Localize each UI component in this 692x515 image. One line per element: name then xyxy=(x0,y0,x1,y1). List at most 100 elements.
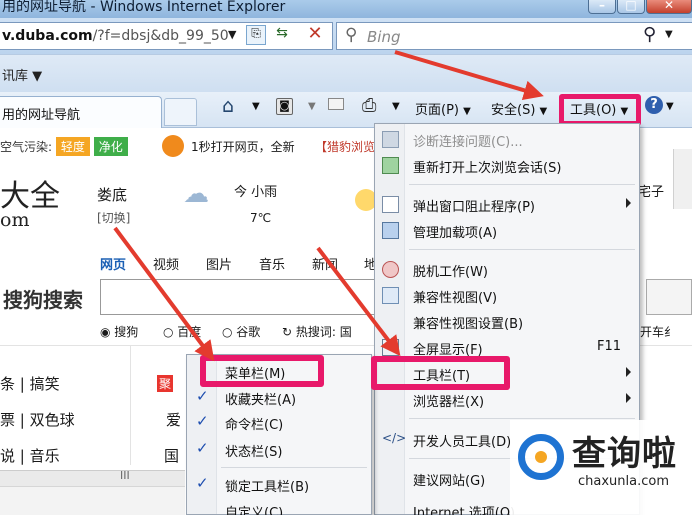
promo-brand[interactable]: 【猎豹浏览 xyxy=(315,138,375,155)
home-dropdown-icon[interactable]: ▼ xyxy=(252,101,260,123)
url-domain: v.duba.com xyxy=(2,28,93,44)
submenu-item-command-bar[interactable]: ✓ 命令栏(C) xyxy=(187,411,371,435)
close-button[interactable]: ✕ xyxy=(646,0,692,14)
compat-view-icon[interactable]: ⎘ xyxy=(246,25,266,45)
engine-baidu-label: 百度 xyxy=(177,325,202,339)
menu-separator xyxy=(409,184,635,185)
engine-sogou[interactable]: ◉ 搜狗 xyxy=(100,323,138,340)
tab-title: 用的网址导航 xyxy=(2,108,81,123)
menu-item-compat-settings[interactable]: 兼容性视图设置(B) xyxy=(375,310,639,334)
air-quality-bar: 空气污染: 轻度 净化 xyxy=(0,137,128,156)
city-name: 娄底 xyxy=(97,186,128,204)
scroll-grip-icon: III xyxy=(120,469,130,482)
help-icon[interactable]: ? xyxy=(645,96,663,114)
feeds-icon[interactable]: ◙ xyxy=(276,98,293,115)
nav-links-row-3[interactable]: 说 | 音乐 xyxy=(0,445,60,466)
menu-item-explorer-bars[interactable]: 浏览器栏(X) xyxy=(375,388,639,412)
maximize-icon: □ xyxy=(625,0,637,12)
menu-item-reopen-session[interactable]: 重新打开上次浏览会话(S) xyxy=(375,154,639,178)
submenu-item-favorites-bar[interactable]: ✓ 收藏夹栏(A) xyxy=(187,386,371,410)
favorites-bar: 讯库 ▼ xyxy=(0,54,692,92)
refresh-icon: ↻ xyxy=(282,325,293,339)
popup-blocker-icon xyxy=(382,196,399,213)
address-input[interactable]: v.duba.com/?f=dbsj&db_99_50 ▼ ⎘ ⇆ ✕ xyxy=(0,22,333,50)
search-tab-video[interactable]: 视频 xyxy=(153,254,179,273)
check-icon: ✓ xyxy=(196,412,209,430)
mid-link-1[interactable]: 聚 xyxy=(157,375,174,392)
feeds-dropdown-icon[interactable]: ▼ xyxy=(308,101,316,123)
fullscreen-icon xyxy=(382,339,399,356)
submenu-item-status-bar[interactable]: ✓ 状态栏(S) xyxy=(187,438,371,462)
menu-item-compat-view[interactable]: 兼容性视图(V) xyxy=(375,284,639,308)
search-tab-web[interactable]: 网页 xyxy=(100,254,126,273)
search-tab-image[interactable]: 图片 xyxy=(206,254,232,273)
diagnose-icon xyxy=(382,131,399,148)
engine-google[interactable]: ○ 谷歌 xyxy=(222,323,260,340)
search-tab-music[interactable]: 音乐 xyxy=(259,254,285,273)
stop-icon[interactable]: ✕ xyxy=(304,23,326,47)
close-icon: ✕ xyxy=(663,0,675,12)
status-bar xyxy=(0,486,185,515)
air-level-badge: 轻度 xyxy=(55,137,90,156)
toolbars-highlight-box xyxy=(371,356,510,390)
search-dropdown-icon[interactable]: ▼ xyxy=(665,29,673,40)
engine-google-label: 谷歌 xyxy=(236,325,261,339)
search-icon[interactable]: ⚲ xyxy=(643,24,656,45)
check-icon: ✓ xyxy=(196,439,209,457)
engine-sogou-label: 搜狗 xyxy=(114,325,139,339)
menu-item-diagnose[interactable]: 诊断连接问题(C)... xyxy=(375,128,639,152)
refresh-icon[interactable]: ⇆ xyxy=(270,25,294,45)
menu-separator xyxy=(409,249,635,250)
horizontal-scrollbar[interactable]: III xyxy=(0,469,185,486)
watermark-url: chaxunla.com xyxy=(578,474,669,489)
temperature: 7℃ xyxy=(250,211,272,225)
check-icon: ✓ xyxy=(196,387,209,405)
engine-baidu[interactable]: ○ 百度 xyxy=(163,323,201,340)
home-icon[interactable]: ⌂ xyxy=(222,95,234,117)
switch-city-link[interactable]: [切换] xyxy=(97,209,130,226)
addons-icon xyxy=(382,222,399,239)
hot-search[interactable]: ↻ 热搜词: 国 xyxy=(282,323,352,340)
new-tab-button[interactable] xyxy=(164,98,197,126)
fullscreen-shortcut: F11 xyxy=(596,339,621,354)
nav-links-row-2[interactable]: 票 | 双色球 xyxy=(0,409,75,430)
mid-link-2[interactable]: 爱 xyxy=(166,409,181,430)
reopen-icon xyxy=(382,157,399,174)
site-logo-domain: om xyxy=(0,209,30,231)
title-bar: 用的网址导航 - Windows Internet Explorer – □ ✕ xyxy=(0,0,692,18)
minimize-button[interactable]: – xyxy=(588,0,616,14)
menu-item-work-offline[interactable]: 脱机工作(W) xyxy=(375,258,639,282)
mail-icon[interactable] xyxy=(328,98,344,110)
help-dropdown-icon[interactable]: ▼ xyxy=(666,101,674,123)
page-search-input[interactable] xyxy=(100,279,376,315)
address-dropdown-icon[interactable]: ▼ xyxy=(228,28,236,41)
page-search-button[interactable] xyxy=(646,279,692,315)
menu-bar-highlight-box xyxy=(200,355,324,387)
air-filter-badge[interactable]: 净化 xyxy=(93,137,128,156)
print-icon[interactable]: ⎙ xyxy=(362,95,376,117)
print-dropdown-icon[interactable]: ▼ xyxy=(392,101,400,123)
watermark-logo-icon xyxy=(518,434,564,480)
submenu-item-customize[interactable]: 自定义(C)... xyxy=(187,499,371,515)
mid-link-3[interactable]: 国 xyxy=(164,445,179,466)
submenu-arrow-icon xyxy=(626,393,631,403)
dev-tools-icon: </> xyxy=(382,431,407,445)
submenu-item-lock-toolbars[interactable]: ✓ 锁定工具栏(B) xyxy=(187,473,371,497)
minimize-icon: – xyxy=(599,0,605,12)
vertical-scrollbar[interactable] xyxy=(673,149,692,209)
maximize-button[interactable]: □ xyxy=(617,0,645,14)
promo-text[interactable]: 1秒打开网页，全新 xyxy=(191,138,295,155)
compat-view-icon xyxy=(382,287,399,304)
browser-tab[interactable]: 用的网址导航 xyxy=(0,96,162,128)
menu-item-popup-blocker[interactable]: 弹出窗口阻止程序(P) xyxy=(375,193,639,217)
menu-separator xyxy=(409,418,635,419)
menu-item-manage-addons[interactable]: 管理加载项(A) xyxy=(375,219,639,243)
feed-menu[interactable]: 讯库 ▼ xyxy=(2,65,42,84)
nav-links-row-1[interactable]: 条 | 搞笑 xyxy=(0,373,60,394)
address-row: v.duba.com/?f=dbsj&db_99_50 ▼ ⎘ ⇆ ✕ ⚲ Bi… xyxy=(0,18,692,54)
search-tab-news[interactable]: 新闻 xyxy=(312,254,338,273)
hot-search-label: 热搜词: 国 xyxy=(295,325,352,339)
page-menu[interactable]: 页面(P) ▼ xyxy=(415,99,471,121)
safety-menu[interactable]: 安全(S) ▼ xyxy=(491,99,547,121)
search-input[interactable]: ⚲ Bing ⚲ ▼ xyxy=(336,22,692,50)
